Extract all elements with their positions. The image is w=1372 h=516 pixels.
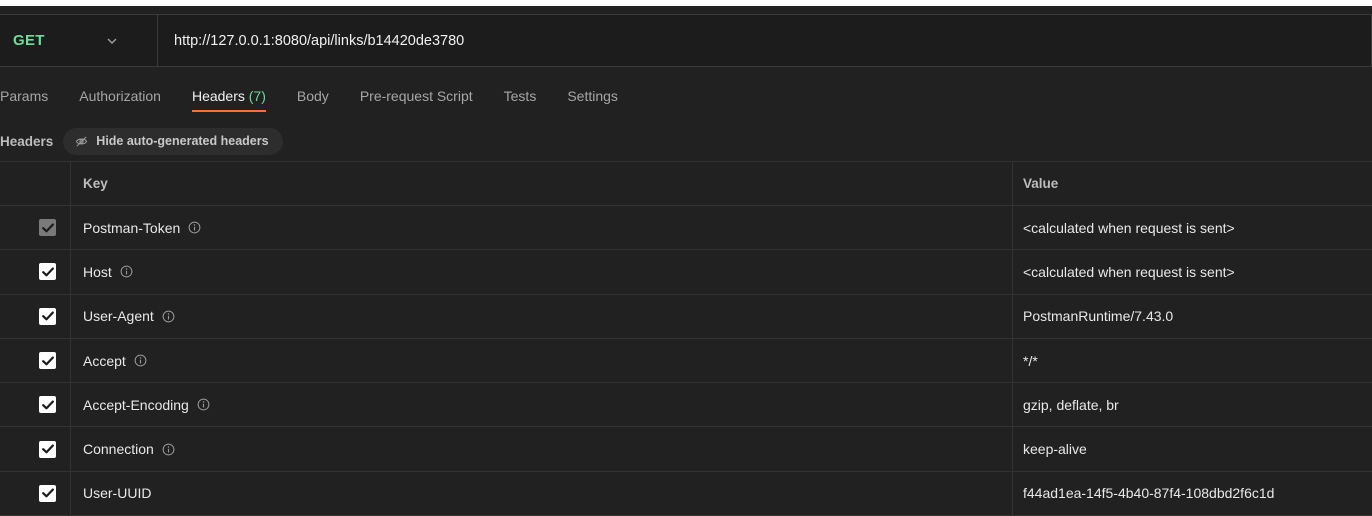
header-key: Host	[83, 263, 112, 280]
header-enabled-checkbox[interactable]	[39, 440, 56, 458]
tab-label: Pre-request Script	[359, 88, 473, 104]
url-input[interactable]: http://127.0.0.1:8080/api/links/b14420de…	[158, 15, 1371, 66]
header-enabled-checkbox	[39, 219, 56, 237]
tab-label: Settings	[567, 88, 618, 104]
table-row: User-Agent PostmanRuntime/7.43.0	[0, 294, 1372, 339]
checkmark-icon	[41, 311, 54, 321]
checkmark-icon	[41, 267, 54, 277]
tab-headers[interactable]: Headers (7)	[191, 82, 266, 112]
header-value-cell[interactable]: */*	[1013, 339, 1372, 382]
header-key-cell[interactable]: Connection	[71, 427, 1013, 471]
chevron-down-icon	[107, 36, 117, 46]
header-value-cell[interactable]: keep-alive	[1013, 427, 1372, 470]
header-key-cell[interactable]: Accept	[71, 338, 1013, 383]
row-check-cell	[0, 294, 71, 338]
row-check-cell	[0, 383, 71, 427]
checkmark-icon	[41, 356, 54, 365]
header-value: */*	[1023, 352, 1038, 369]
row-check-cell	[0, 471, 71, 516]
info-icon[interactable]	[162, 443, 175, 456]
header-enabled-checkbox[interactable]	[39, 484, 56, 502]
headers-table: Key Value Postman-Token <calculated when …	[0, 161, 1372, 516]
header-value-cell[interactable]: PostmanRuntime/7.43.0	[1013, 295, 1372, 338]
header-value: <calculated when request is sent>	[1023, 219, 1235, 236]
info-icon[interactable]	[134, 354, 147, 367]
table-row: Host <calculated when request is sent>	[0, 250, 1372, 295]
tab-label: Authorization	[79, 88, 161, 104]
header-value-cell[interactable]: <calculated when request is sent>	[1013, 206, 1372, 249]
window-top-edge	[0, 0, 1372, 6]
header-key-cell[interactable]: Accept-Encoding	[71, 383, 1013, 427]
tab-label: Tests	[503, 88, 537, 104]
headers-toolbar: Headers Hide auto-generated headers	[0, 127, 283, 155]
header-key: Accept-Encoding	[83, 396, 189, 413]
header-value-cell[interactable]: f44ad1ea-14f5-4b40-87f4-108dbd2f6c1d	[1013, 472, 1372, 515]
header-enabled-checkbox[interactable]	[39, 352, 56, 370]
header-key: User-UUID	[83, 485, 152, 502]
table-header-row: Key Value	[0, 162, 1372, 206]
table-row: Accept-Encoding gzip, deflate, br	[0, 383, 1372, 428]
column-header-key: Key	[71, 162, 1013, 205]
header-key-cell[interactable]: User-UUID	[71, 471, 1013, 516]
column-header-value: Value	[1023, 176, 1059, 191]
header-key: Postman-Token	[83, 219, 181, 236]
row-check-cell	[0, 250, 71, 294]
hide-auto-generated-headers-button[interactable]: Hide auto-generated headers	[63, 127, 283, 155]
header-enabled-checkbox[interactable]	[39, 307, 56, 325]
info-icon[interactable]	[162, 310, 175, 323]
header-key: User-Agent	[83, 308, 154, 325]
info-icon[interactable]	[120, 265, 133, 278]
checkmark-icon	[41, 444, 54, 454]
info-icon[interactable]	[188, 221, 201, 234]
tab-label: Body	[296, 88, 329, 104]
tab-label: Headers	[191, 88, 245, 104]
tab-pre-request-script[interactable]: Pre-request Script	[360, 82, 473, 112]
row-check-cell	[0, 206, 71, 250]
header-key: Connection	[83, 441, 154, 458]
tab-params[interactable]: Params	[0, 82, 48, 112]
header-value-cell[interactable]: <calculated when request is sent>	[1013, 250, 1372, 293]
tab-settings[interactable]: Settings	[567, 82, 618, 112]
checkmark-icon	[41, 400, 54, 410]
table-row: Accept */*	[0, 338, 1372, 384]
header-value: keep-alive	[1023, 441, 1087, 458]
tab-authorization[interactable]: Authorization	[79, 82, 161, 112]
table-row: User-UUID f44ad1ea-14f5-4b40-87f4-108dbd2…	[0, 471, 1372, 516]
request-url-bar: GET http://127.0.0.1:8080/api/links/b144…	[0, 14, 1372, 67]
table-row: Postman-Token <calculated when request is…	[0, 206, 1372, 251]
row-check-cell	[0, 338, 71, 383]
checkmark-icon	[41, 488, 54, 498]
method-select[interactable]: GET	[0, 15, 158, 66]
checkmark-icon	[41, 223, 54, 233]
table-row: Connection keep-alive	[0, 427, 1372, 472]
tab-label: Params	[0, 88, 49, 104]
info-icon[interactable]	[197, 398, 210, 411]
header-check-cell	[0, 162, 71, 205]
header-key-cell[interactable]: User-Agent	[71, 294, 1013, 338]
tab-count-badge: (7)	[248, 88, 266, 104]
row-check-cell	[0, 427, 71, 471]
header-enabled-checkbox[interactable]	[39, 396, 56, 414]
headers-section-label: Headers	[0, 133, 54, 149]
hide-auto-generated-headers-label: Hide auto-generated headers	[96, 134, 269, 148]
header-enabled-checkbox[interactable]	[39, 263, 56, 281]
header-key-cell[interactable]: Postman-Token	[71, 206, 1013, 250]
header-key: Accept	[83, 352, 126, 369]
request-tabs: Params Authorization Headers (7) Body Pre-re…	[0, 82, 649, 120]
method-label: GET	[13, 32, 45, 49]
eye-off-icon	[76, 135, 88, 147]
header-value-cell[interactable]: gzip, deflate, br	[1013, 383, 1372, 426]
header-key-cell[interactable]: Host	[71, 250, 1013, 294]
header-value: PostmanRuntime/7.43.0	[1023, 308, 1174, 325]
header-value: f44ad1ea-14f5-4b40-87f4-108dbd2f6c1d	[1023, 485, 1275, 502]
tab-body[interactable]: Body	[297, 82, 329, 112]
header-value: <calculated when request is sent>	[1023, 263, 1235, 280]
tab-tests[interactable]: Tests	[504, 82, 537, 112]
header-value: gzip, deflate, br	[1023, 396, 1119, 413]
